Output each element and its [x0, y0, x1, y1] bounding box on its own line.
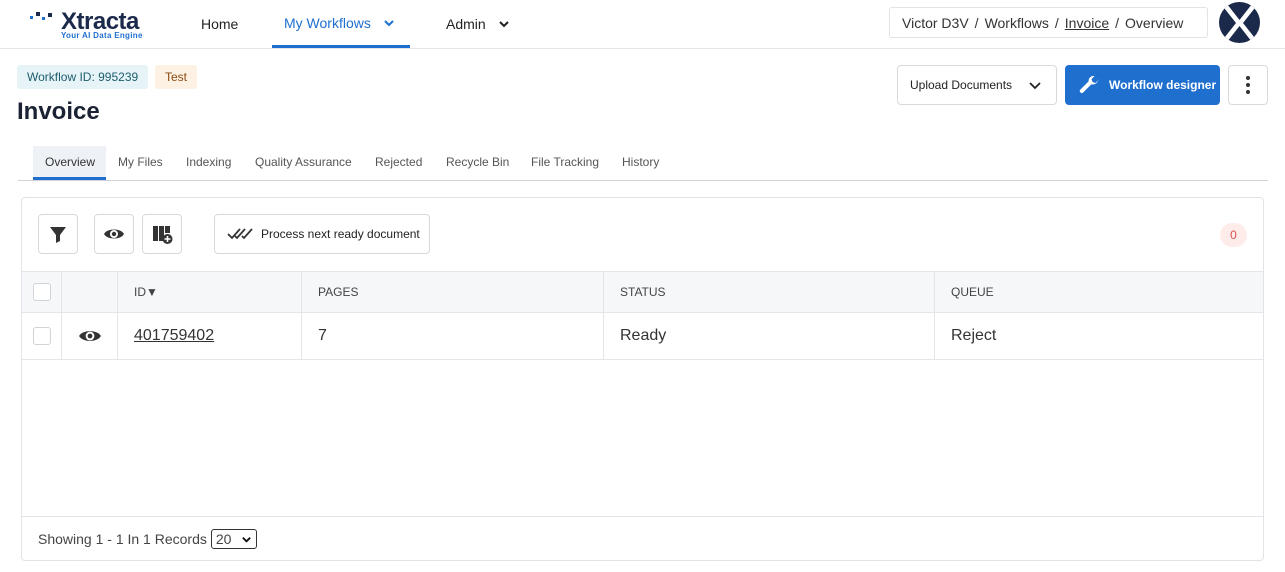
row-pages-cell: 7 [302, 313, 604, 359]
column-header-status[interactable]: STATUS [604, 272, 935, 312]
table-row[interactable]: 401759402 7 Ready Reject [22, 313, 1263, 360]
row-id-cell: 401759402 [118, 313, 302, 359]
tab-quality-assurance[interactable]: Quality Assurance [243, 146, 364, 180]
chevron-down-icon [498, 21, 509, 28]
breadcrumb-separator: / [1054, 14, 1059, 31]
table-footer: Showing 1 - 1 In 1 Records 20 [22, 516, 1263, 561]
count-badge: 0 [1220, 223, 1247, 247]
header-view-cell [62, 272, 118, 312]
breadcrumb-separator: / [1115, 14, 1120, 31]
tab-history[interactable]: History [610, 146, 671, 180]
select-all-checkbox[interactable] [32, 283, 51, 301]
breadcrumb-invoice[interactable]: Invoice [1065, 15, 1109, 31]
nav-my-workflows-label: My Workflows [284, 14, 371, 31]
environment-badge: Test [155, 65, 198, 89]
eye-icon [104, 229, 124, 239]
upload-documents-label: Upload Documents [910, 78, 1013, 92]
row-checkbox[interactable] [32, 327, 51, 345]
eye-icon[interactable] [78, 324, 102, 348]
tab-recycle-bin[interactable]: Recycle Bin [434, 146, 521, 180]
tab-file-tracking[interactable]: File Tracking [519, 146, 611, 180]
row-view-cell [62, 313, 118, 359]
double-check-icon [227, 228, 253, 240]
nav-home[interactable]: Home [201, 0, 238, 48]
upload-documents-button[interactable]: Upload Documents [897, 65, 1057, 105]
chevron-down-icon [1029, 82, 1041, 90]
workflow-designer-label: Workflow designer [1109, 78, 1217, 92]
row-queue-cell: Reject [951, 327, 997, 344]
nav-my-workflows[interactable]: My Workflows [272, 0, 410, 48]
chevron-down-icon [384, 19, 394, 26]
wrench-icon [1079, 75, 1099, 93]
breadcrumb-workflows[interactable]: Workflows [985, 15, 1049, 31]
documents-card: Process next ready document 0 ID▼ PAGES … [21, 197, 1264, 561]
more-options-button[interactable] [1228, 65, 1268, 105]
nav-admin[interactable]: Admin [446, 0, 510, 48]
column-header-queue[interactable]: QUEUE [935, 272, 1263, 312]
breadcrumb-overview: Overview [1125, 14, 1184, 31]
logo-tagline: Your AI Data Engine [61, 31, 143, 40]
kebab-menu-icon [1246, 76, 1250, 94]
page-size-select[interactable]: 20 [210, 529, 258, 549]
workflow-tabs: Overview My Files Indexing Quality Assur… [18, 146, 1268, 181]
breadcrumb-separator: / [974, 14, 979, 31]
process-next-document-button[interactable]: Process next ready document [214, 214, 430, 254]
add-column-button[interactable] [142, 214, 182, 254]
chevron-down-icon [242, 536, 252, 543]
column-header-pages[interactable]: PAGES [302, 272, 604, 312]
filter-button[interactable] [38, 214, 78, 254]
xtracta-logo[interactable]: Xtracta Your AI Data Engine [28, 6, 153, 42]
records-summary: Showing 1 - 1 In 1 Records [38, 531, 207, 547]
breadcrumb-user[interactable]: Victor D3V [902, 15, 969, 31]
breadcrumb: Victor D3V / Workflows / Invoice / Overv… [889, 7, 1208, 38]
header-select-cell [22, 272, 62, 312]
tab-overview[interactable]: Overview [33, 146, 106, 180]
column-header-id[interactable]: ID▼ [118, 272, 302, 312]
tab-rejected[interactable]: Rejected [363, 146, 434, 180]
nav-home-label: Home [201, 16, 239, 32]
page-title: Invoice [17, 98, 100, 125]
x-logo-icon [1221, 4, 1258, 42]
workflow-designer-button[interactable]: Workflow designer [1065, 65, 1220, 105]
table-header: ID▼ PAGES STATUS QUEUE [22, 271, 1263, 313]
row-status-cell: Ready [604, 313, 935, 359]
top-navbar: Xtracta Your AI Data Engine Home My Work… [0, 0, 1285, 49]
row-select-cell [22, 313, 62, 359]
user-avatar[interactable] [1219, 2, 1260, 43]
page-size-value: 20 [215, 531, 232, 547]
document-id-link[interactable]: 401759402 [134, 327, 214, 345]
process-next-document-label: Process next ready document [261, 227, 420, 241]
nav-admin-label: Admin [446, 16, 486, 32]
tab-my-files[interactable]: My Files [106, 146, 175, 180]
workflow-id-badge: Workflow ID: 995239 [17, 65, 149, 89]
view-toggle-button[interactable] [94, 214, 134, 254]
filter-icon [50, 227, 66, 243]
logo-dots-icon [30, 12, 52, 20]
tab-indexing[interactable]: Indexing [174, 146, 243, 180]
columns-add-icon [153, 226, 173, 244]
